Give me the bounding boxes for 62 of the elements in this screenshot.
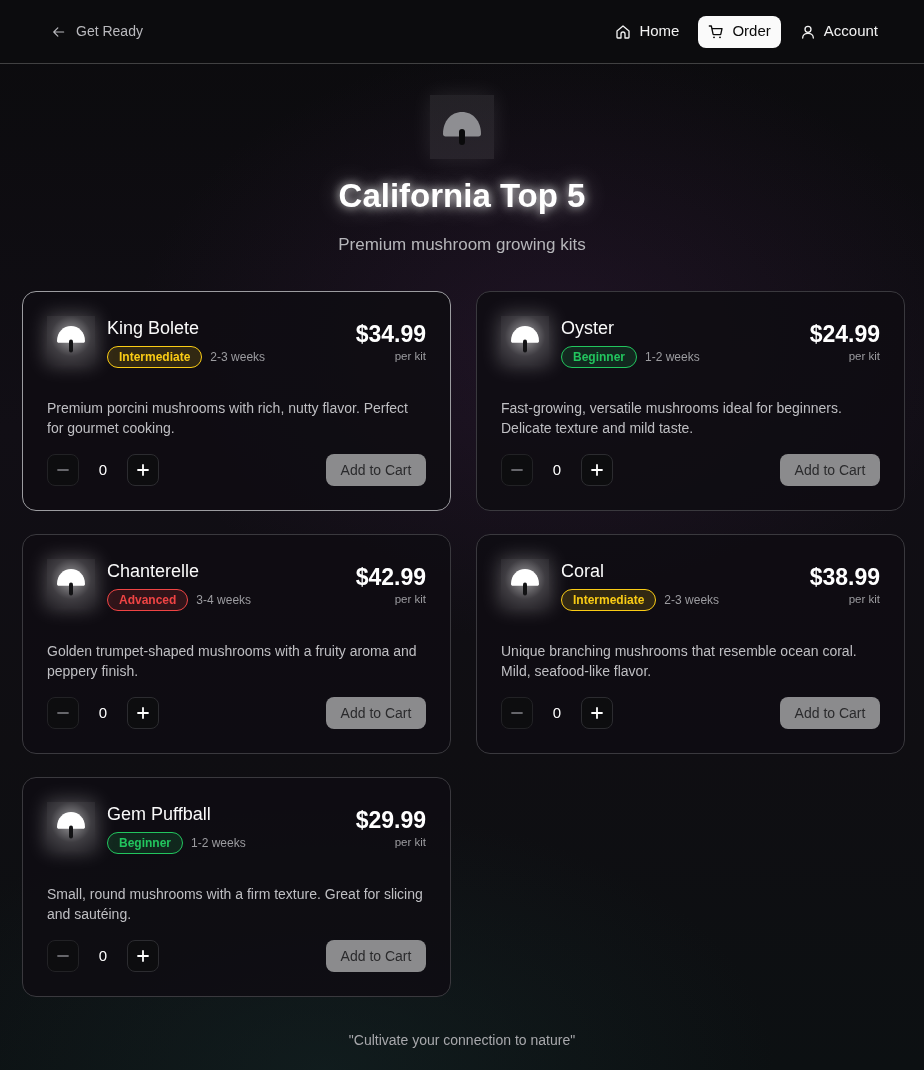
nav-tab[interactable]: Home	[605, 15, 690, 48]
product-name: Coral	[561, 560, 605, 582]
product-price: $42.99	[355, 563, 426, 591]
product-price: $38.99	[809, 563, 880, 591]
increase-button[interactable]	[127, 697, 159, 729]
price-unit: per kit	[848, 349, 880, 364]
home-icon	[615, 23, 632, 40]
mushroom-icon	[47, 316, 95, 364]
price-unit: per kit	[394, 349, 426, 364]
product-name: Oyster	[561, 317, 615, 339]
difficulty-tag: Intermediate	[561, 589, 657, 611]
back-link[interactable]: Get Ready	[50, 17, 145, 46]
increase-button[interactable]	[127, 940, 159, 972]
increase-button[interactable]	[581, 697, 613, 729]
increase-button[interactable]	[581, 454, 613, 486]
product-description: Fast-growing, versatile mushrooms ideal for beginners. Delicate texture and mild taste.	[501, 399, 843, 438]
mushroom-icon	[430, 95, 494, 159]
cart-icon	[708, 23, 725, 40]
plus-icon	[136, 949, 150, 963]
grow-time: 1-2 weeks	[191, 835, 246, 852]
product-description: Unique branching mushrooms that resemble ocean coral. Mild, seafood-like flavor.	[501, 642, 858, 681]
nav-tab[interactable]: Account	[789, 15, 888, 48]
increase-button[interactable]	[127, 454, 159, 486]
page-subtitle: Premium mushroom growing kits	[338, 234, 586, 256]
mushroom-icon	[47, 559, 95, 607]
product-description: Golden trumpet-shaped mushrooms with a fruity aroma and peppery finish.	[47, 642, 418, 681]
nav-tab[interactable]: Order	[698, 15, 781, 48]
price-unit: per kit	[848, 592, 880, 607]
quantity-value: 0	[97, 945, 109, 966]
arrow-left-icon	[52, 24, 66, 39]
product-price: $24.99	[809, 320, 880, 348]
grow-time: 2-3 weeks	[664, 592, 720, 609]
quantity-value: 0	[551, 459, 563, 480]
difficulty-tag: Beginner	[561, 346, 637, 368]
plus-icon	[590, 463, 604, 477]
plus-icon	[136, 463, 150, 477]
product-description: Premium porcini mushrooms with rich, nutty flavor. Perfect for gourmet cooking.	[47, 399, 409, 438]
page-title: California Top 5	[338, 176, 586, 216]
product-name: Chanterelle	[107, 560, 201, 582]
mushroom-icon	[501, 559, 549, 607]
product-name: Gem Puffball	[107, 803, 212, 825]
product-price: $29.99	[355, 806, 426, 834]
difficulty-tag: Advanced	[107, 589, 189, 611]
mushroom-icon	[501, 316, 549, 364]
grow-time: 2-3 weeks	[210, 349, 266, 366]
product-price: $34.99	[355, 320, 426, 348]
quantity-value: 0	[97, 702, 109, 723]
user-icon	[799, 23, 816, 40]
footer-quote: "Cultivate your connection to nature"	[348, 1031, 576, 1050]
quantity-value: 0	[97, 459, 109, 480]
difficulty-tag: Intermediate	[107, 346, 203, 368]
price-unit: per kit	[394, 592, 426, 607]
grow-time: 1-2 weeks	[645, 349, 700, 366]
plus-icon	[590, 706, 604, 720]
product-description: Small, round mushrooms with a firm texture. Great for slicing and sautéing.	[47, 885, 424, 924]
quantity-value: 0	[551, 702, 563, 723]
product-name: King Bolete	[107, 317, 201, 339]
price-unit: per kit	[394, 835, 426, 850]
mushroom-icon	[47, 802, 95, 850]
grow-time: 3-4 weeks	[196, 592, 252, 609]
difficulty-tag: Beginner	[107, 832, 183, 854]
plus-icon	[136, 706, 150, 720]
